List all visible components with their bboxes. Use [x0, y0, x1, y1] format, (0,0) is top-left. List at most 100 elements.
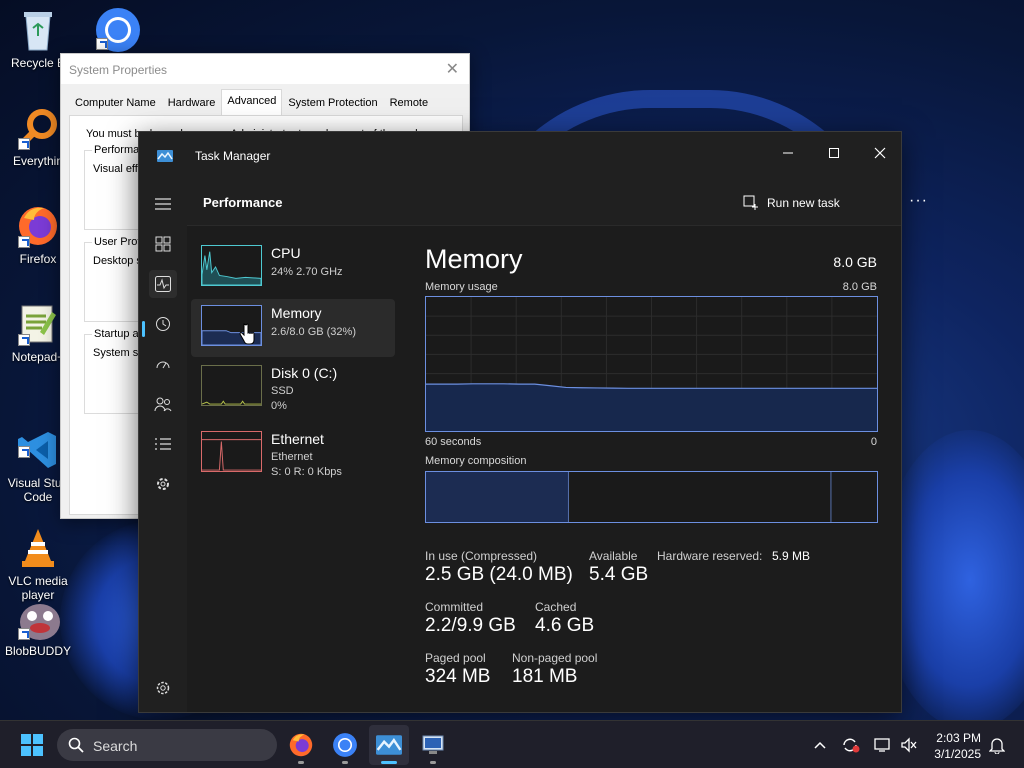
- perf-item-detail: SSD: [271, 385, 294, 397]
- task-manager-window: Task Manager Performance Run new task ··…: [138, 131, 927, 713]
- desktop-icon-label: BlobBUDDY: [4, 644, 72, 658]
- composition-segment-in-use[interactable]: [426, 472, 569, 522]
- processes-icon[interactable]: [149, 230, 177, 258]
- blobbuddy-icon: [16, 596, 60, 640]
- close-button[interactable]: [857, 138, 903, 168]
- maximize-button[interactable]: [811, 138, 857, 168]
- selected-indicator: [142, 321, 145, 337]
- available-label: Available: [589, 549, 638, 563]
- perf-item-detail-2: 0%: [271, 400, 287, 412]
- start-button[interactable]: [12, 725, 52, 765]
- page-header: Performance Run new task ···: [187, 178, 927, 226]
- perf-item-detail: 2.6/8.0 GB (32%): [271, 326, 356, 338]
- details-icon[interactable]: [149, 430, 177, 458]
- memory-usage-graph: [425, 296, 878, 432]
- running-indicator: [430, 761, 436, 764]
- notifications-bell-icon[interactable]: [986, 734, 1008, 756]
- startup-apps-icon[interactable]: [149, 350, 177, 378]
- close-icon[interactable]: ✕: [446, 59, 459, 79]
- windows-start-icon: [21, 734, 43, 756]
- run-new-task-button[interactable]: Run new task: [739, 189, 844, 217]
- perf-item-memory[interactable]: Memory 2.6/8.0 GB (32%): [191, 299, 395, 357]
- shortcut-arrow-icon: [18, 236, 30, 248]
- disk-thumbnail-graph: [201, 365, 262, 406]
- desktop-icon-label: Everythin: [12, 154, 64, 168]
- taskbar-app-task-manager[interactable]: [369, 725, 409, 765]
- firefox-icon: [16, 204, 60, 248]
- desktop-icon-chrome[interactable]: [78, 6, 154, 54]
- perf-item-name: CPU: [271, 245, 301, 261]
- tab-hardware[interactable]: Hardware: [162, 91, 222, 115]
- task-manager-titlebar[interactable]: Task Manager: [139, 132, 901, 178]
- desktop-icon-label: Notepad+: [11, 350, 65, 364]
- services-icon[interactable]: [149, 470, 177, 498]
- in-use-value: 2.5 GB (24.0 MB): [425, 564, 573, 585]
- paged-pool-label: Paged pool: [425, 651, 486, 665]
- taskbar-app-system-properties[interactable]: [413, 725, 453, 765]
- perf-item-cpu[interactable]: CPU 24% 2.70 GHz: [191, 239, 395, 297]
- settings-icon[interactable]: [149, 674, 177, 702]
- vscode-icon: [16, 414, 60, 468]
- maximize-icon: [829, 148, 839, 158]
- system-properties-icon: [422, 735, 444, 754]
- taskbar-app-chrome[interactable]: [325, 725, 365, 765]
- composition-segment-standby[interactable]: [568, 472, 832, 522]
- taskbar-app-firefox[interactable]: [281, 725, 321, 765]
- system-properties-titlebar[interactable]: System Properties: [61, 54, 469, 84]
- hardware-reserved-value: 5.9 MB: [772, 549, 811, 563]
- performance-list: CPU 24% 2.70 GHz Memory 2.6/8.0 GB (32%)…: [187, 227, 399, 712]
- shortcut-arrow-icon: [18, 334, 30, 346]
- desktop-icon-blobbuddy[interactable]: BlobBUDDY: [0, 596, 76, 658]
- search-icon: [68, 737, 84, 753]
- perf-item-detail: Ethernet: [271, 451, 313, 463]
- vlc-icon: [16, 512, 60, 567]
- shortcut-arrow-icon: [18, 628, 30, 640]
- non-paged-pool-value: 181 MB: [512, 666, 578, 687]
- memory-composition-bar: [425, 471, 878, 523]
- tab-remote[interactable]: Remote: [384, 91, 435, 115]
- tab-advanced[interactable]: Advanced: [221, 89, 283, 115]
- paged-pool-value: 324 MB: [425, 666, 491, 687]
- sync-alert-icon[interactable]: [840, 734, 862, 756]
- run-new-task-label: Run new task: [767, 196, 840, 210]
- volume-muted-icon[interactable]: [898, 734, 920, 756]
- taskbar: Search 2:03 PM 3/1/2025: [0, 720, 1024, 768]
- more-options-button[interactable]: ···: [909, 192, 928, 210]
- window-title: System Properties: [69, 63, 168, 77]
- performance-icon[interactable]: [149, 270, 177, 298]
- desktop-icon-label: Firefox: [19, 252, 57, 266]
- hamburger-icon[interactable]: [149, 190, 177, 218]
- system-properties-tabs: Computer Name Hardware Advanced System P…: [69, 89, 435, 115]
- ethernet-thumbnail-graph: [201, 431, 262, 472]
- perf-item-name: Memory: [271, 305, 322, 321]
- tab-computer-name[interactable]: Computer Name: [69, 91, 162, 115]
- app-history-icon[interactable]: [149, 310, 177, 338]
- page-title: Performance: [203, 195, 283, 210]
- memory-composition-label: Memory composition: [425, 455, 527, 467]
- clock-date: 3/1/2025: [934, 747, 981, 761]
- committed-value: 2.2/9.9 GB: [425, 615, 516, 636]
- composition-segment-free[interactable]: [831, 472, 877, 522]
- taskbar-clock[interactable]: 2:03 PM 3/1/2025: [925, 730, 981, 762]
- time-end-label: 0: [870, 436, 877, 448]
- taskbar-search-box[interactable]: Search: [57, 729, 277, 761]
- perf-item-ethernet[interactable]: Ethernet Ethernet S: 0 R: 0 Kbps: [191, 425, 395, 483]
- users-icon[interactable]: [149, 390, 177, 418]
- time-span-label: 60 seconds: [425, 436, 482, 448]
- shortcut-arrow-icon: [18, 446, 30, 458]
- perf-item-disk[interactable]: Disk 0 (C:) SSD 0%: [191, 359, 395, 417]
- task-manager-icon: [376, 735, 402, 755]
- tab-system-protection[interactable]: System Protection: [282, 91, 383, 115]
- memory-usage-area: [426, 383, 877, 431]
- available-value: 5.4 GB: [589, 564, 649, 585]
- perf-item-detail-2: S: 0 R: 0 Kbps: [271, 466, 342, 478]
- task-manager-icon: [157, 149, 173, 162]
- cached-label: Cached: [535, 600, 577, 614]
- show-hidden-icons-chevron-icon[interactable]: [809, 734, 831, 756]
- network-icon[interactable]: [872, 734, 894, 756]
- memory-usage-max: 8.0 GB: [842, 281, 877, 293]
- cached-value: 4.6 GB: [535, 615, 595, 636]
- minimize-button[interactable]: [765, 138, 811, 168]
- perf-item-detail: 24% 2.70 GHz: [271, 266, 343, 278]
- recycle-bin-icon: [16, 8, 60, 52]
